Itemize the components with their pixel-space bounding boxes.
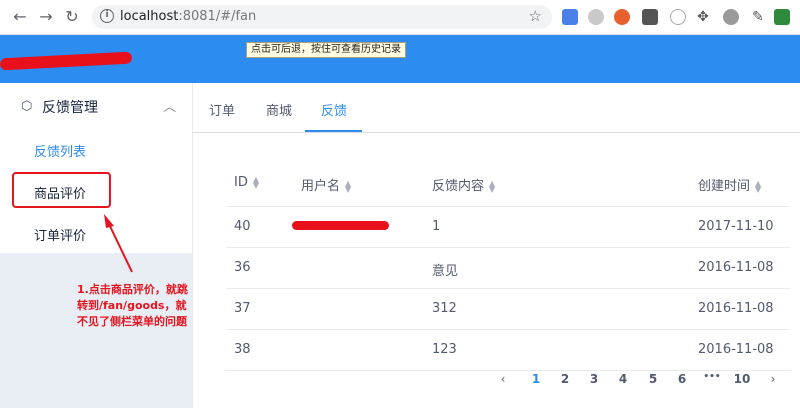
redaction-mark [292,221,389,230]
cell-id: 37 [234,301,251,316]
tab-bar: 订单 商城 反馈 [193,83,800,133]
column-header-label: ID [234,175,248,190]
table-row: 40 1 2017-11-10 [226,207,790,248]
tab-mall[interactable]: 商城 [266,100,292,119]
sort-icon[interactable]: ▲ ▼ [253,175,259,189]
cell-created: 2016-11-08 [698,260,774,275]
table-row: 38 123 2016-11-08 [226,330,790,371]
annotation-line: 1.点击商品评价，就跳 [77,283,188,296]
annotation-line: 不见了侧栏菜单的问题 [77,315,187,328]
cell-created: 2016-11-08 [698,342,774,357]
cell-created: 2017-11-10 [698,219,774,234]
sort-icon[interactable]: ▲ ▼ [489,179,495,193]
column-header-label: 反馈内容 [432,179,485,194]
tab-orders[interactable]: 订单 [209,100,235,119]
sort-icon[interactable]: ▲ ▼ [345,179,351,193]
cell-created: 2016-11-08 [698,301,774,316]
cell-content: 意见 [432,264,459,279]
column-header-created[interactable]: 创建时间 ▲ ▼ [698,175,761,194]
pagination-page-5[interactable]: 5 [643,372,663,386]
cell-content: 312 [432,301,457,316]
table-header: ID ▲ ▼ 用户名 ▲ ▼ 反馈内容 ▲ ▼ 创建时间 ▲ ▼ [226,160,790,207]
pagination-next-button[interactable]: › [763,372,783,386]
cell-id: 36 [234,260,251,275]
table-row: 37 312 2016-11-08 [226,289,790,330]
pagination-ellipsis[interactable]: ••• [702,372,722,382]
pagination-page-1[interactable]: 1 [526,372,546,386]
cell-content: 123 [432,342,457,357]
pagination-page-6[interactable]: 6 [672,372,692,386]
tab-active-indicator [305,130,362,132]
annotation-line: 转到/fan/goods，就 [77,299,187,312]
tab-feedback[interactable]: 反馈 [321,100,347,119]
column-header-id[interactable]: ID ▲ ▼ [234,175,259,190]
column-header-username[interactable]: 用户名 ▲ ▼ [301,175,351,194]
sort-icon[interactable]: ▲ ▼ [755,179,761,193]
pagination-page-3[interactable]: 3 [584,372,604,386]
column-header-content[interactable]: 反馈内容 ▲ ▼ [432,175,495,194]
annotation-text: 1.点击商品评价，就跳 转到/fan/goods，就 不见了侧栏菜单的问题 [77,282,207,330]
pagination-prev-button[interactable]: ‹ [493,372,513,386]
pagination-page-4[interactable]: 4 [613,372,633,386]
cell-id: 40 [234,219,251,234]
column-header-label: 创建时间 [698,179,751,194]
pagination-page-last[interactable]: 10 [732,372,752,386]
cell-id: 38 [234,342,251,357]
cell-content: 1 [432,219,441,234]
table-row: 36 意见 2016-11-08 [226,248,790,289]
column-header-label: 用户名 [301,179,341,194]
pagination-page-2[interactable]: 2 [555,372,575,386]
